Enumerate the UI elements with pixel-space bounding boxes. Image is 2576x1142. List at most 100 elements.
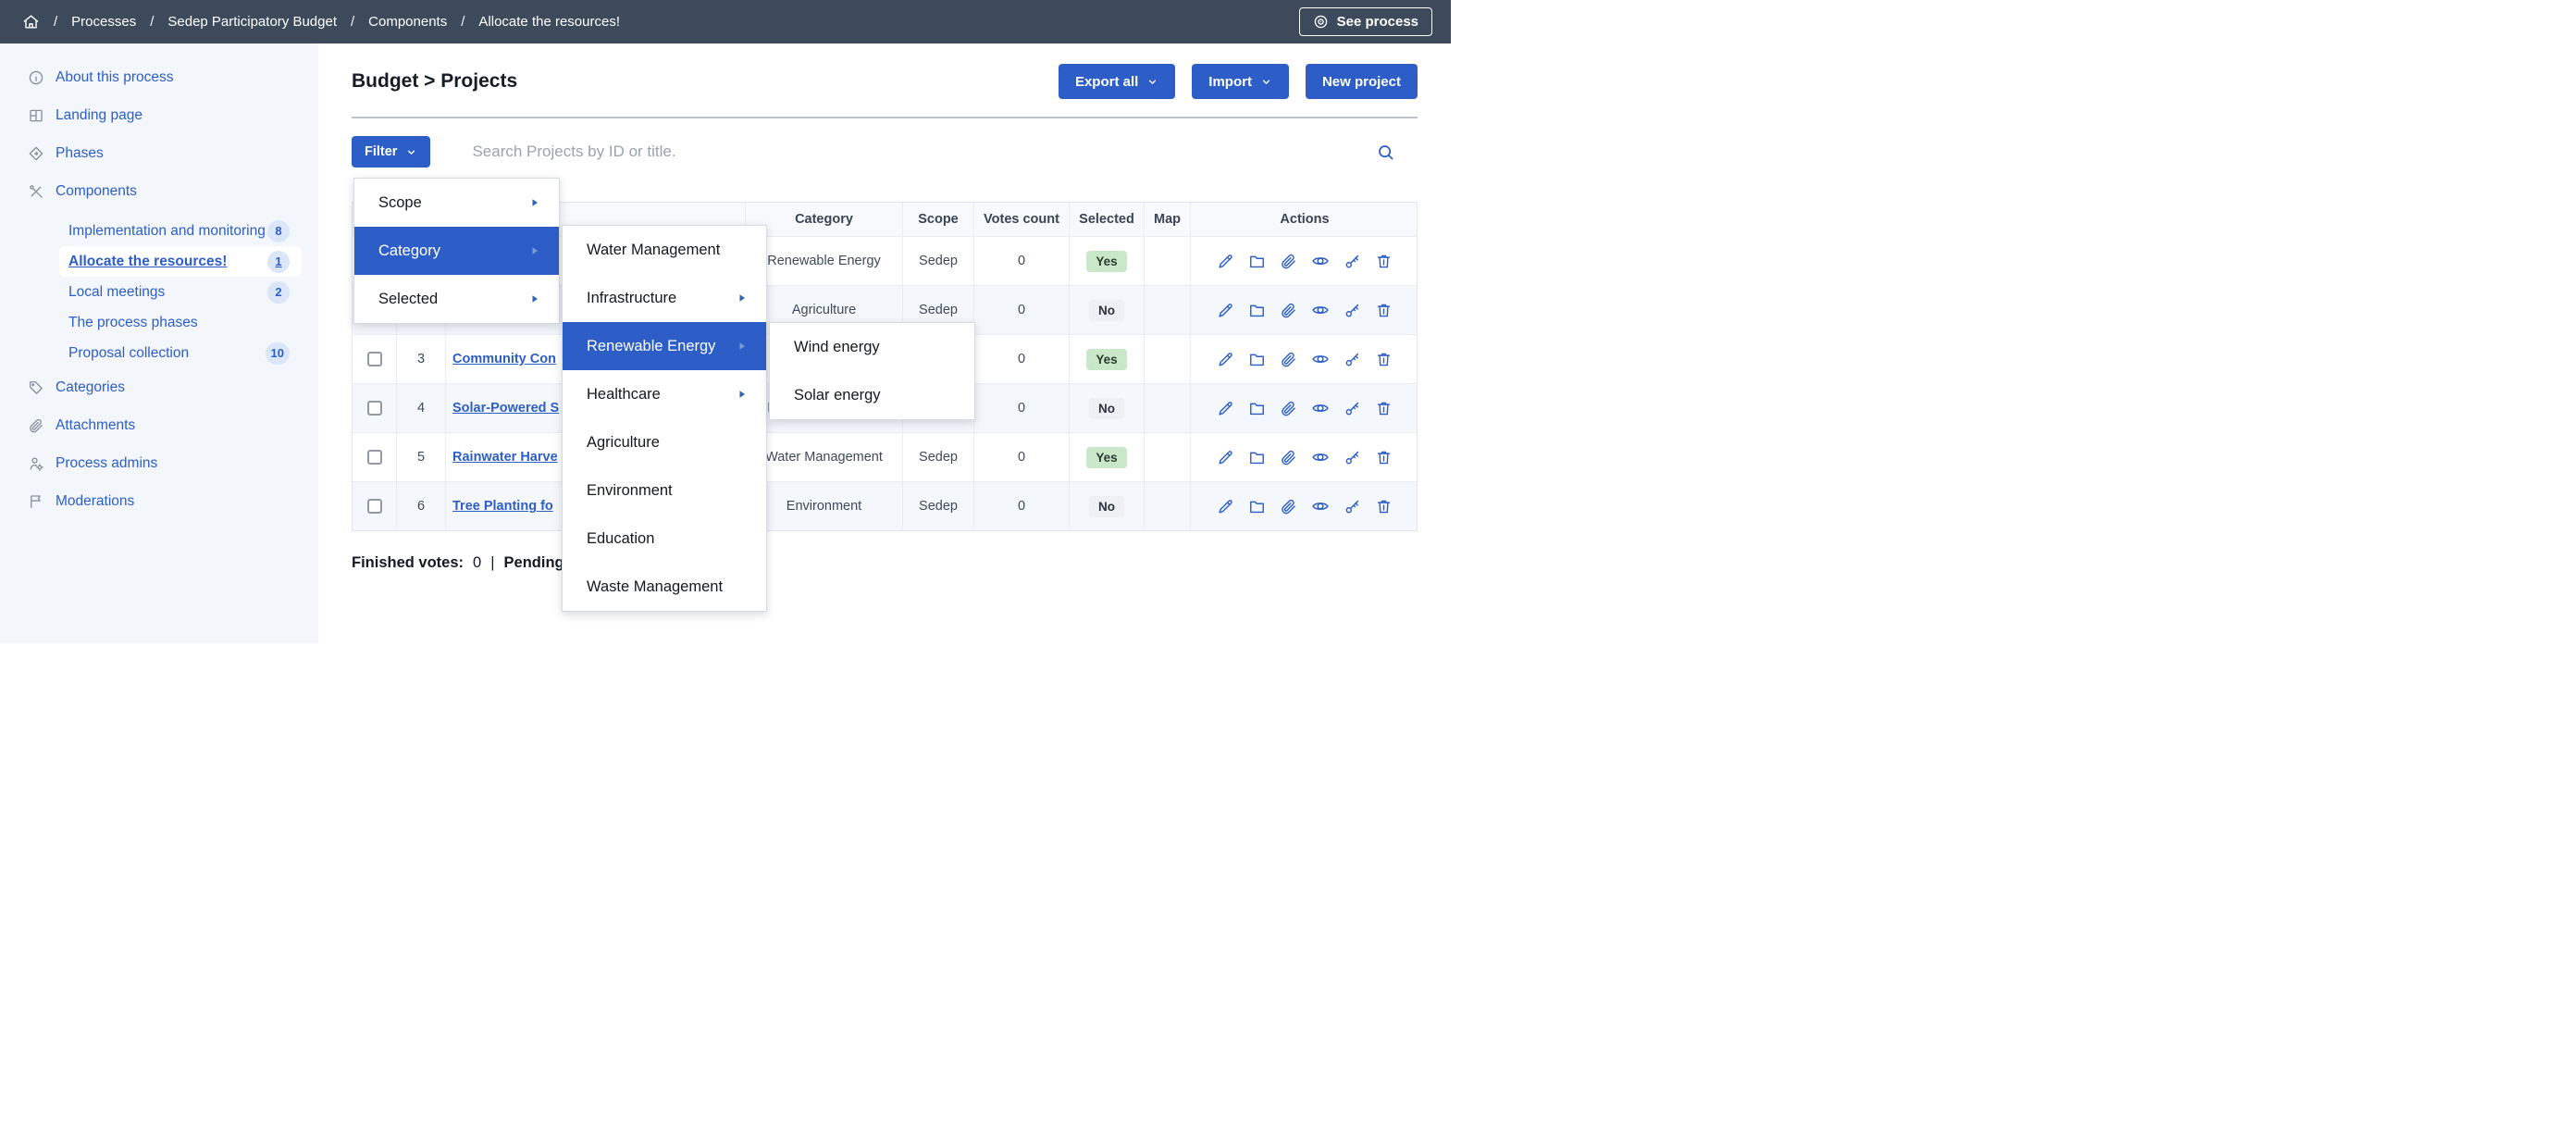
sidebar-item-landing-page[interactable]: Landing page xyxy=(0,106,318,126)
category-dropdown: Water Management Infrastructure Renewabl… xyxy=(562,225,767,612)
arrow-right-icon xyxy=(737,389,748,400)
subcategory-menu-item-solar-energy[interactable]: Solar energy xyxy=(770,371,974,419)
row-checkbox[interactable] xyxy=(367,499,382,514)
category-menu-item-environment[interactable]: Environment xyxy=(563,466,766,515)
row-checkbox[interactable] xyxy=(367,401,382,416)
sidebar-item-proposal-collection[interactable]: Proposal collection 10 xyxy=(59,338,302,368)
folder-icon[interactable] xyxy=(1248,351,1266,368)
search-icon[interactable] xyxy=(1376,143,1395,162)
breadcrumb-process-name[interactable]: Sedep Participatory Budget xyxy=(167,14,337,30)
folder-icon[interactable] xyxy=(1248,253,1266,270)
delete-icon[interactable] xyxy=(1375,253,1393,270)
phases-icon xyxy=(28,145,44,162)
row-category: Environment xyxy=(745,482,902,530)
row-scope: Sedep xyxy=(902,482,973,530)
sidebar-item-moderations[interactable]: Moderations xyxy=(0,491,318,512)
sidebar-item-components[interactable]: Components xyxy=(0,181,318,202)
sidebar-item-process-admins[interactable]: Process admins xyxy=(0,453,318,474)
category-menu-item-healthcare[interactable]: Healthcare xyxy=(563,370,766,418)
filter-button[interactable]: Filter xyxy=(352,136,430,168)
count-badge[interactable]: 1 xyxy=(267,251,290,273)
filter-menu-item-selected[interactable]: Selected xyxy=(354,275,559,323)
preview-icon[interactable] xyxy=(1311,252,1330,270)
edit-icon[interactable] xyxy=(1217,498,1234,515)
edit-icon[interactable] xyxy=(1217,449,1234,466)
home-icon[interactable] xyxy=(22,13,40,31)
delete-icon[interactable] xyxy=(1375,351,1393,368)
selected-badge: No xyxy=(1089,300,1124,321)
header-actions: Actions xyxy=(1190,203,1418,236)
sidebar-item-local-meetings[interactable]: Local meetings 2 xyxy=(59,277,302,307)
attachment-icon[interactable] xyxy=(1280,400,1297,417)
permissions-icon[interactable] xyxy=(1344,449,1361,466)
count-badge[interactable]: 10 xyxy=(266,342,290,365)
row-checkbox[interactable] xyxy=(367,450,382,465)
new-project-button[interactable]: New project xyxy=(1306,64,1418,99)
project-title-link[interactable]: Rainwater Harve xyxy=(452,450,558,465)
selected-badge: No xyxy=(1089,496,1124,517)
filter-menu-item-category[interactable]: Category xyxy=(354,227,559,275)
breadcrumb-processes[interactable]: Processes xyxy=(71,14,136,30)
count-badge[interactable]: 8 xyxy=(267,220,290,242)
sidebar-item-allocate-resources[interactable]: Allocate the resources! 1 xyxy=(59,246,302,277)
permissions-icon[interactable] xyxy=(1344,400,1361,417)
import-button[interactable]: Import xyxy=(1192,64,1289,99)
attachment-icon[interactable] xyxy=(1280,351,1297,368)
sidebar-item-categories[interactable]: Categories xyxy=(0,378,318,398)
row-category: Water Management xyxy=(745,433,902,481)
category-menu-item-water-management[interactable]: Water Management xyxy=(563,226,766,274)
permissions-icon[interactable] xyxy=(1344,253,1361,270)
row-map xyxy=(1144,384,1190,432)
edit-icon[interactable] xyxy=(1217,400,1234,417)
delete-icon[interactable] xyxy=(1375,400,1393,417)
delete-icon[interactable] xyxy=(1375,449,1393,466)
folder-icon[interactable] xyxy=(1248,498,1266,515)
filter-menu-item-scope[interactable]: Scope xyxy=(354,179,559,227)
row-category: Renewable Energy xyxy=(745,237,902,285)
preview-icon[interactable] xyxy=(1311,448,1330,466)
see-process-button[interactable]: See process xyxy=(1299,7,1432,36)
edit-icon[interactable] xyxy=(1217,351,1234,368)
breadcrumb-components[interactable]: Components xyxy=(368,14,447,30)
folder-icon[interactable] xyxy=(1248,302,1266,319)
category-menu-item-renewable-energy[interactable]: Renewable Energy xyxy=(563,322,766,370)
delete-icon[interactable] xyxy=(1375,498,1393,515)
preview-icon[interactable] xyxy=(1311,301,1330,319)
project-title-link[interactable]: Solar-Powered S xyxy=(452,401,559,416)
breadcrumb-current[interactable]: Allocate the resources! xyxy=(478,14,620,30)
selected-badge: Yes xyxy=(1086,447,1126,468)
delete-icon[interactable] xyxy=(1375,302,1393,319)
sidebar-item-phases[interactable]: Phases xyxy=(0,143,318,164)
chevron-down-icon xyxy=(1146,76,1158,88)
row-votes-count: 0 xyxy=(973,482,1069,530)
sidebar-item-about[interactable]: About this process xyxy=(0,68,318,88)
edit-icon[interactable] xyxy=(1217,253,1234,270)
folder-icon[interactable] xyxy=(1248,400,1266,417)
project-title-link[interactable]: Community Con xyxy=(452,352,556,366)
sidebar-item-process-phases[interactable]: The process phases xyxy=(59,307,302,338)
category-menu-item-infrastructure[interactable]: Infrastructure xyxy=(563,274,766,322)
attachment-icon[interactable] xyxy=(1280,498,1297,515)
folder-icon[interactable] xyxy=(1248,449,1266,466)
permissions-icon[interactable] xyxy=(1344,498,1361,515)
preview-icon[interactable] xyxy=(1311,350,1330,368)
export-all-button[interactable]: Export all xyxy=(1059,64,1175,99)
sidebar-item-implementation-monitoring[interactable]: Implementation and monitoring 8 xyxy=(59,216,302,246)
preview-icon[interactable] xyxy=(1311,497,1330,515)
project-title-link[interactable]: Tree Planting fo xyxy=(452,499,553,514)
attachment-icon[interactable] xyxy=(1280,253,1297,270)
attachment-icon[interactable] xyxy=(1280,449,1297,466)
permissions-icon[interactable] xyxy=(1344,302,1361,319)
row-checkbox[interactable] xyxy=(367,352,382,366)
subcategory-menu-item-wind-energy[interactable]: Wind energy xyxy=(770,323,974,371)
edit-icon[interactable] xyxy=(1217,302,1234,319)
attachment-icon[interactable] xyxy=(1280,302,1297,319)
count-badge[interactable]: 2 xyxy=(267,281,290,304)
preview-icon[interactable] xyxy=(1311,399,1330,417)
search-input[interactable] xyxy=(472,143,1376,161)
category-menu-item-agriculture[interactable]: Agriculture xyxy=(563,418,766,466)
category-menu-item-waste-management[interactable]: Waste Management xyxy=(563,563,766,611)
category-menu-item-education[interactable]: Education xyxy=(563,515,766,563)
permissions-icon[interactable] xyxy=(1344,351,1361,368)
sidebar-item-attachments[interactable]: Attachments xyxy=(0,416,318,436)
